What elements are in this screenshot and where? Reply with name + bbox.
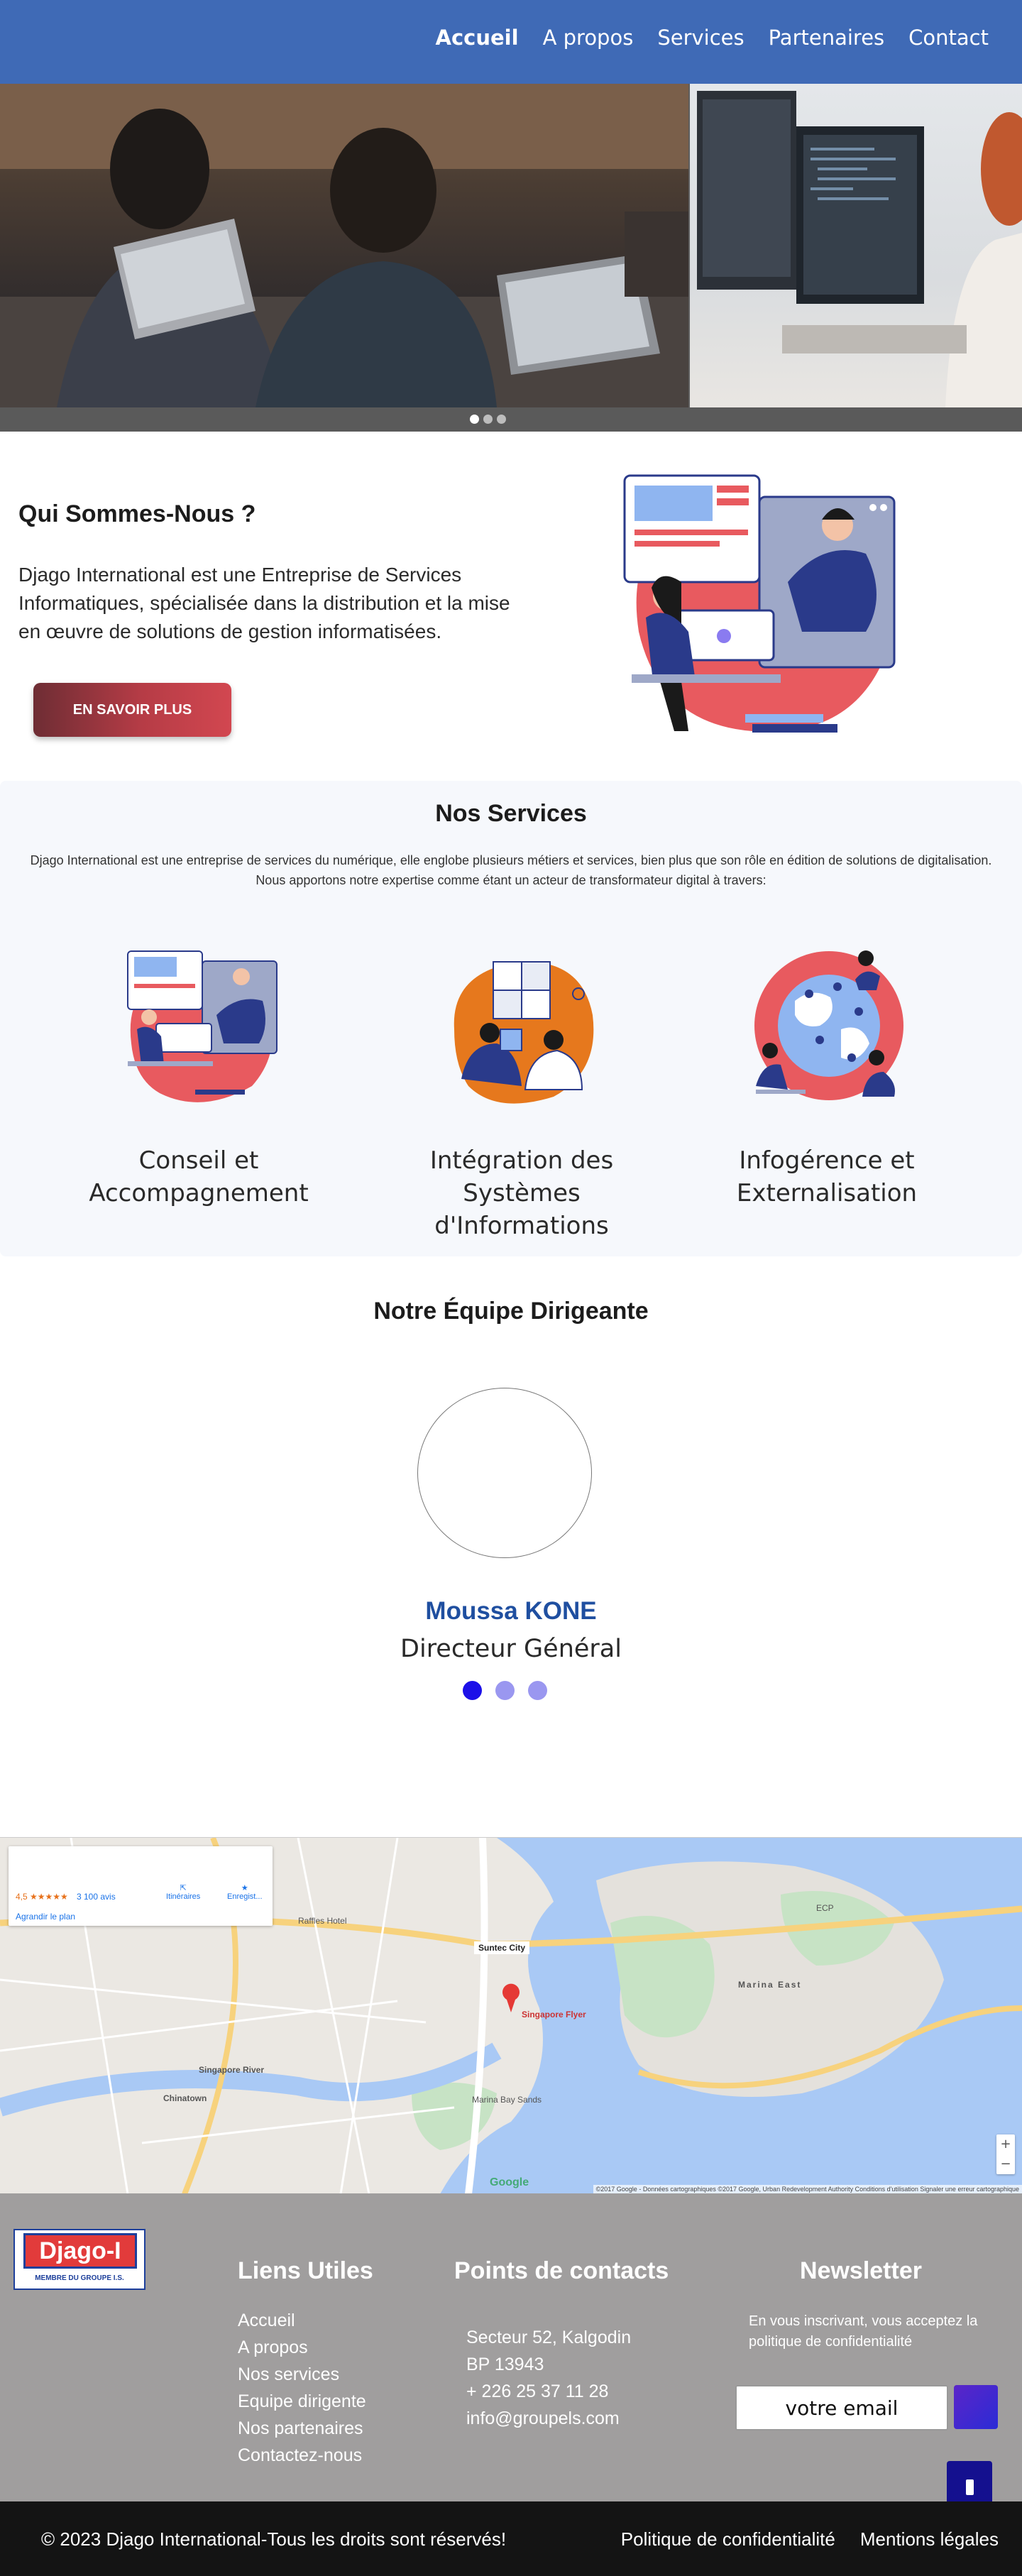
company-logo[interactable]: Djago-I MEMBRE DU GROUPE I.S. [13,2229,145,2290]
footer-link-partenaires[interactable]: Nos partenaires [238,2415,366,2442]
carousel-dot-1[interactable] [470,415,479,424]
newsletter-email-input[interactable] [735,2385,948,2430]
map-save-button[interactable]: ★ Enregist... [227,1883,263,1901]
privacy-policy-link[interactable]: Politique de confidentialité [621,2528,835,2550]
carousel-indicator-bar [0,407,1022,432]
carousel-dot-3[interactable] [497,415,506,424]
star-icon: ★ [241,1884,248,1892]
footer-contacts-title: Points de contacts [454,2257,669,2284]
map-enlarge-link[interactable]: Agrandir le plan [16,1912,75,1922]
map-place-card: 4,5 ★★★★★ 3 100 avis Agrandir le plan ⇱ I… [9,1846,273,1926]
footer-links-title: Liens Utiles [238,2257,373,2284]
globe-illustration-icon [754,950,903,1100]
team-member-name: Moussa KONE [425,1597,597,1625]
about-text: Djago International est une Entreprise d… [18,564,510,642]
map-label-chinatown: Chinatown [163,2093,207,2103]
map-rating: 4,5 ★★★★★ [16,1892,68,1902]
team-member-role: Directeur Général [400,1635,622,1663]
team-dot-2[interactable] [495,1681,515,1700]
logo-subtitle: MEMBRE DU GROUPE I.S. [35,2274,124,2282]
service-label-infogerence: Infogérence et Externalisation [736,1146,918,1207]
map-label-mbs: Marina Bay Sands [472,2095,542,2105]
map-directions-label: Itinéraires [166,1892,201,1901]
footer-link-contact[interactable]: Contactez-nous [238,2442,366,2469]
consulting-illustration-icon [127,950,278,1102]
legal-notice-link[interactable]: Mentions légales [860,2528,999,2550]
footer-link-a-propos[interactable]: A propos [238,2334,366,2361]
service-card-infogerence[interactable]: Infogérence et Externalisation [685,944,969,1210]
map-label-marina-east: Marina East [738,1980,802,1990]
footer-link-accueil[interactable]: Accueil [238,2307,366,2334]
services-section: Nos Services Djago International est une… [0,781,1022,1256]
map-attribution: ©2017 Google - Données cartographiques ©… [593,2185,1022,2193]
map-zoom-control[interactable]: + − [996,2134,1015,2174]
service-label-integration: Intégration des Systèmes d'Informations [429,1146,614,1240]
directions-icon: ⇱ [180,1884,187,1892]
google-map[interactable]: 4,5 ★★★★★ 3 100 avis Agrandir le plan ⇱ I… [0,1837,1022,2193]
contact-po-box: BP 13943 [466,2355,544,2374]
site-footer: Djago-I MEMBRE DU GROUPE I.S. Liens Util… [0,2193,1022,2514]
hero-carousel [0,84,1022,432]
logo-wordmark: Djago-I [23,2233,137,2269]
nav-item-contact[interactable]: Contact [896,26,1001,50]
team-dot-3[interactable] [528,1681,547,1700]
footer-links-list: Accueil A propos Nos services Equipe dir… [238,2307,366,2469]
hero-photo-developer [690,84,1022,407]
nav-item-accueil[interactable]: Accueil [424,26,531,50]
hero-photo-team-working [0,84,688,407]
footer-contacts-list: Secteur 52, Kalgodin BP 13943 + 226 25 3… [466,2324,631,2432]
footer-link-services[interactable]: Nos services [238,2361,366,2388]
contact-phone[interactable]: + 226 25 37 11 28 [466,2378,631,2405]
nav-item-services[interactable]: Services [645,26,756,50]
legal-links: Politique de confidentialité Mentions lé… [621,2528,999,2550]
google-logo: Google [490,2176,529,2188]
nav-item-partenaires[interactable]: Partenaires [757,26,897,50]
contact-address: Secteur 52, Kalgodin [466,2328,632,2347]
main-nav: Accueil A propos Services Partenaires Co… [424,26,1001,50]
top-navbar: Accueil A propos Services Partenaires Co… [0,0,1022,84]
newsletter-title: Newsletter [800,2257,922,2284]
map-label-ecp: ECP [816,1903,834,1913]
carousel-dot-2[interactable] [483,415,493,424]
map-directions-button[interactable]: ⇱ Itinéraires [166,1883,200,1901]
service-label-conseil: Conseil et Accompagnement [89,1146,309,1207]
map-pin-label: Suntec City [474,1941,530,1954]
bottom-bar: © 2023 Djago International-Tous les droi… [0,2501,1022,2576]
services-title: Nos Services [435,800,587,827]
nav-item-a-propos[interactable]: A propos [531,26,646,50]
team-member-avatar [417,1388,592,1558]
footer-link-equipe[interactable]: Equipe dirigente [238,2388,366,2415]
map-reviews-link[interactable]: 3 100 avis [77,1892,116,1902]
service-card-conseil[interactable]: Conseil et Accompagnement [57,944,341,1210]
map-label-river: Singapore River [199,2065,265,2075]
copyright-text: © 2023 Djago International-Tous les droi… [41,2528,507,2550]
learn-more-button[interactable]: EN SAVOIR PLUS [33,683,231,737]
team-dot-1[interactable] [463,1681,482,1700]
team-title: Notre Équipe Dirigeante [373,1298,649,1325]
about-title: Qui Sommes-Nous ? [18,500,256,527]
carousel-dots [470,415,506,424]
services-description: Djago International est une entreprise d… [30,853,992,887]
contact-email[interactable]: info@groupels.com [466,2405,631,2432]
newsletter-submit-button[interactable] [954,2385,998,2429]
team-carousel-dots [463,1681,547,1700]
puzzle-illustration-icon [454,961,594,1104]
newsletter-text: En vous inscrivant, vous acceptez la pol… [749,2313,978,2350]
map-flyer-label: Singapore Flyer [522,2010,586,2019]
map-label-raffles: Raffles Hotel [298,1916,347,1926]
map-save-label: Enregist... [227,1892,263,1901]
service-card-integration[interactable]: Intégration des Systèmes d'Informations [380,944,664,1242]
about-illustration [610,468,908,752]
arrow-up-icon [965,2479,974,2495]
